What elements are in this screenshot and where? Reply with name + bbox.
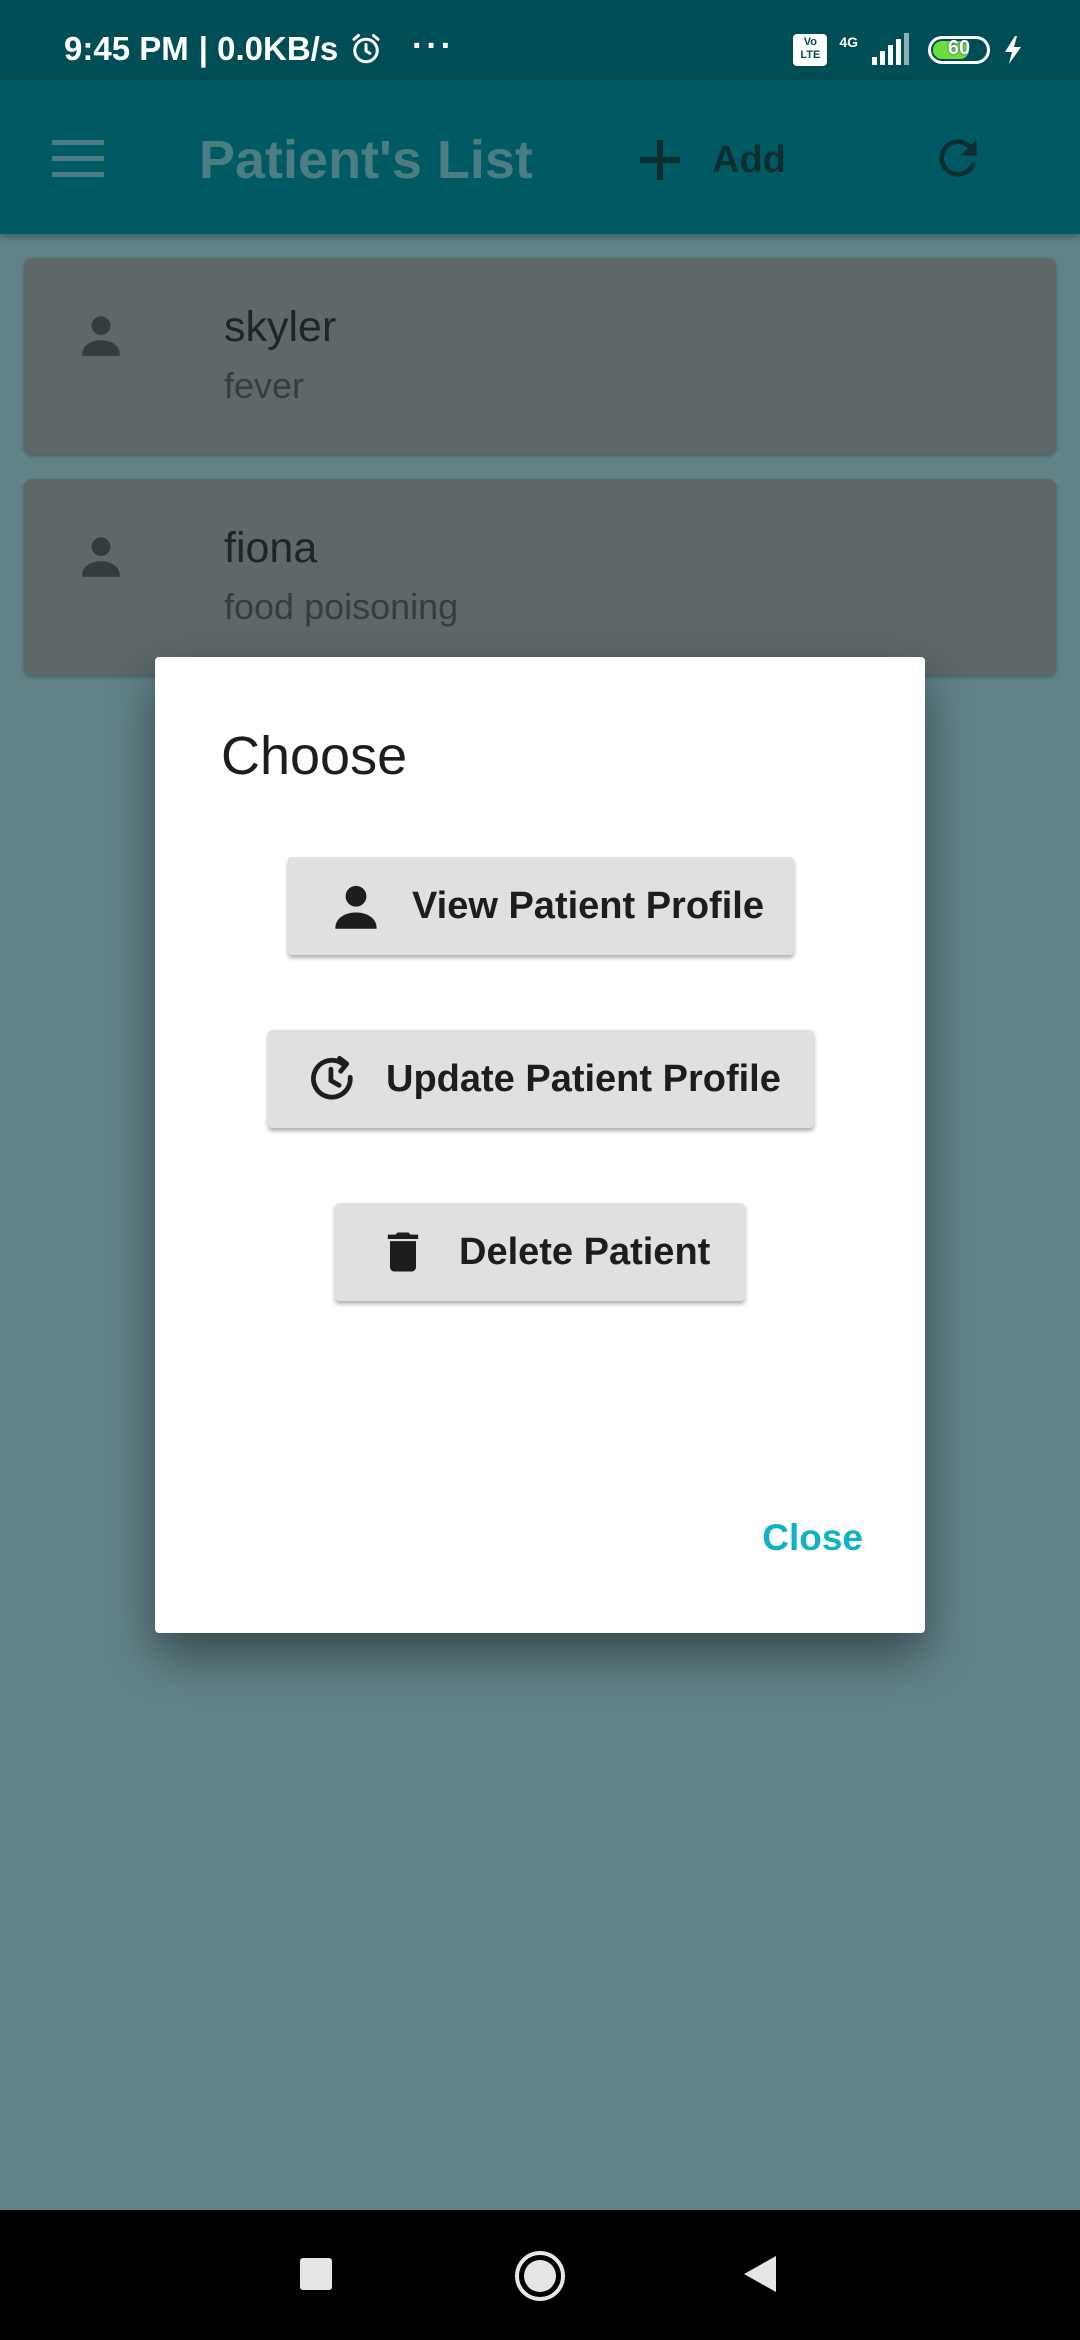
- status-time-group: 9:45 PM | 0.0KB/s: [64, 24, 384, 74]
- navigation-bar: [0, 2210, 1080, 2340]
- overflow-dots: ···: [412, 27, 455, 65]
- home-circle-icon[interactable]: [514, 2250, 566, 2302]
- page-title: Patient's List: [199, 130, 533, 190]
- status-indicators: Vo LTE 4G 60: [793, 30, 1024, 70]
- battery-icon: 60: [928, 36, 990, 64]
- update-patient-profile-button[interactable]: Update Patient Profile: [268, 1030, 814, 1128]
- view-patient-profile-button[interactable]: View Patient Profile: [288, 857, 794, 955]
- status-time: 9:45 PM: [64, 30, 189, 67]
- back-triangle-icon[interactable]: [742, 2254, 778, 2294]
- signal-icon: [872, 33, 909, 65]
- network-type: 4G: [839, 34, 858, 50]
- charging-icon: [1005, 36, 1021, 64]
- volte-badge: Vo LTE: [793, 34, 828, 66]
- delete-icon: [387, 1232, 419, 1272]
- network-speed: | 0.0KB/s: [198, 30, 339, 67]
- close-button[interactable]: Close: [762, 1517, 863, 1559]
- plus-icon: [640, 140, 680, 180]
- status-bar: 9:45 PM | 0.0KB/s ··· Vo LTE 4G 60: [0, 0, 1080, 80]
- dialog-title: Choose: [221, 726, 408, 786]
- menu-icon[interactable]: [52, 138, 104, 178]
- alarm-icon: [352, 34, 380, 64]
- delete-patient-label: Delete Patient: [459, 1230, 711, 1273]
- view-patient-profile-label: View Patient Profile: [412, 884, 764, 927]
- history-icon: [311, 1056, 353, 1100]
- battery-level: 60: [947, 37, 971, 59]
- add-patient-button[interactable]: Add: [636, 125, 786, 195]
- app-bar: Patient's List Add: [0, 80, 1080, 234]
- person-icon: [335, 885, 377, 929]
- choose-dialog: Choose View Patient Profile Update Patie…: [155, 657, 925, 1633]
- refresh-icon[interactable]: [930, 130, 986, 186]
- add-label: Add: [712, 138, 786, 181]
- recents-square-icon[interactable]: [300, 2258, 332, 2290]
- update-patient-profile-label: Update Patient Profile: [386, 1057, 781, 1100]
- delete-patient-button[interactable]: Delete Patient: [335, 1203, 745, 1301]
